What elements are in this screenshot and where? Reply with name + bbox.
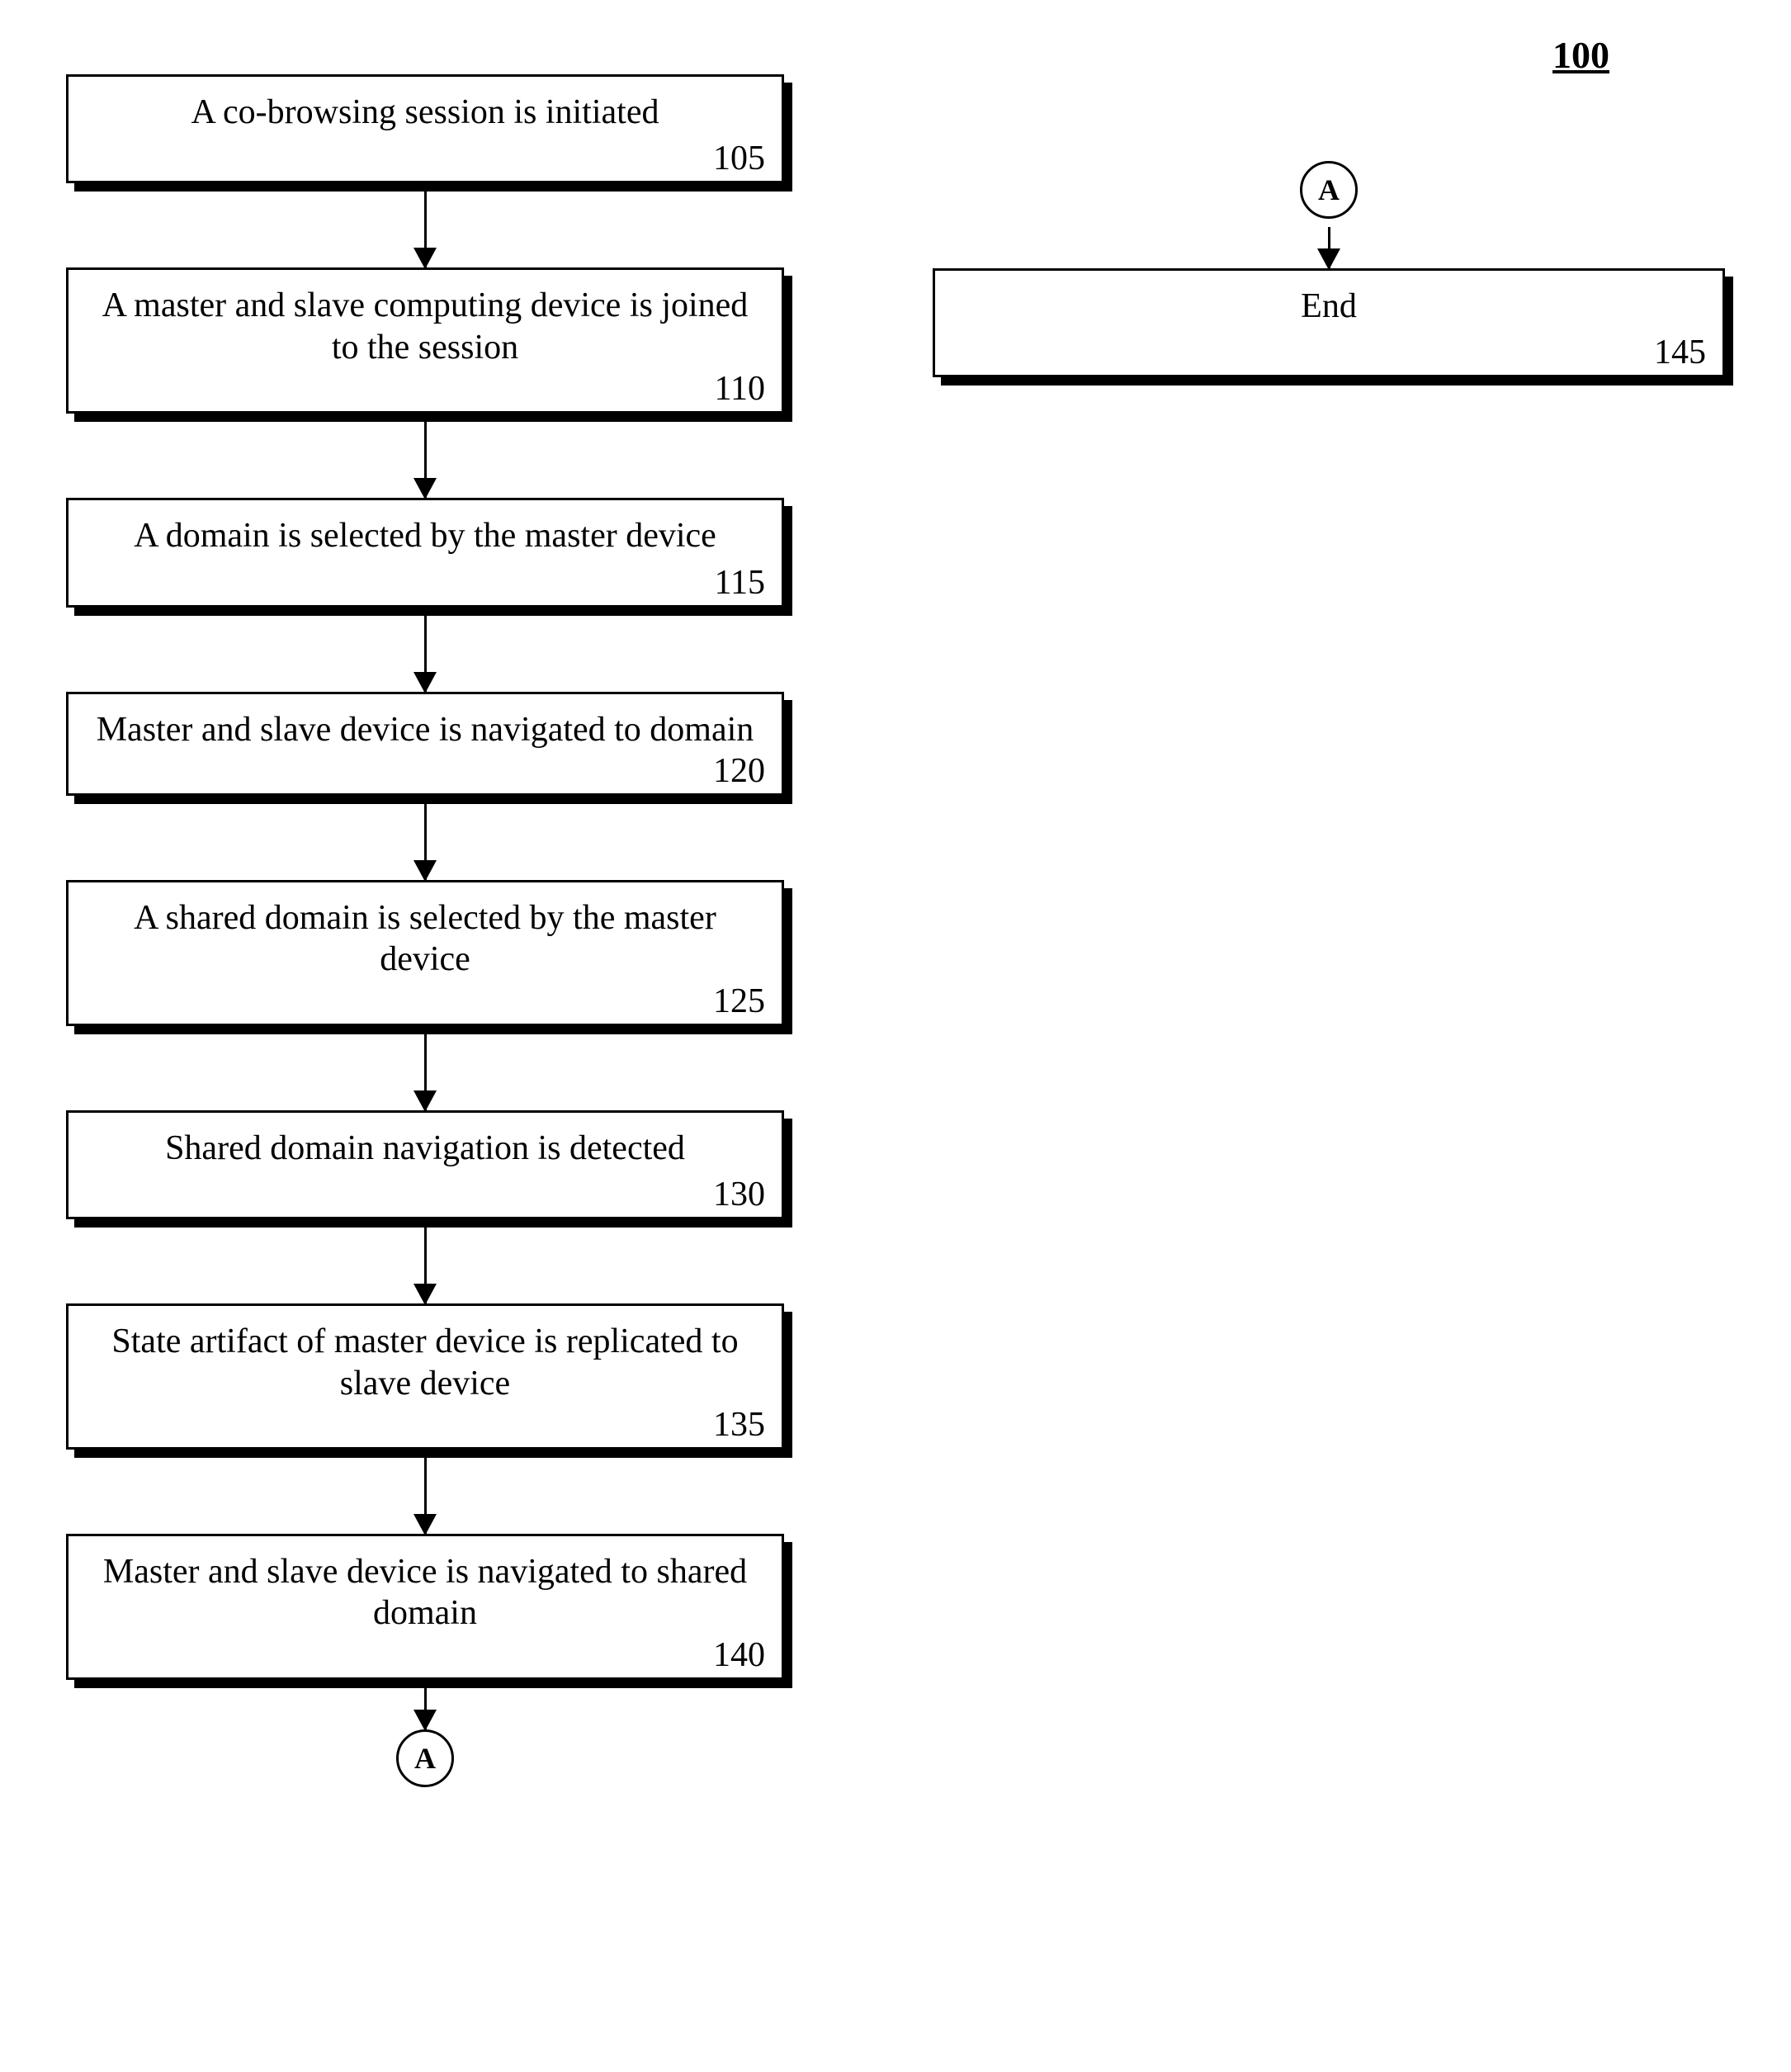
off-page-connector-a-out: A (396, 1729, 454, 1787)
step-ref: 120 (69, 754, 782, 793)
left-column: A co-browsing session is initiated 105 A… (66, 74, 784, 1787)
step-130: Shared domain navigation is detected 130 (66, 1110, 784, 1219)
step-105: A co-browsing session is initiated 105 (66, 74, 784, 183)
arrow-down-icon (424, 1228, 427, 1303)
arrow-down-icon (424, 1034, 427, 1110)
step-text: State artifact of master device is repli… (69, 1306, 782, 1407)
step-text: End (935, 271, 1722, 335)
step-115: A domain is selected by the master devic… (66, 498, 784, 607)
arrow-down-icon (424, 1688, 427, 1729)
step-ref: 140 (69, 1638, 782, 1677)
arrow-down-icon (424, 804, 427, 880)
step-text: A shared domain is selected by the maste… (69, 882, 782, 984)
arrow-down-icon (424, 1458, 427, 1534)
step-text: Master and slave device is navigated to … (69, 694, 782, 754)
step-125: A shared domain is selected by the maste… (66, 880, 784, 1026)
step-135: State artifact of master device is repli… (66, 1303, 784, 1450)
step-text: A domain is selected by the master devic… (69, 500, 782, 565)
step-120: Master and slave device is navigated to … (66, 692, 784, 796)
step-ref: 110 (69, 371, 782, 411)
step-text: A co-browsing session is initiated (69, 77, 782, 141)
arrow-down-icon (1328, 227, 1330, 268)
step-ref: 115 (69, 565, 782, 605)
flowchart-page: 100 A co-browsing session is initiated 1… (0, 0, 1791, 2072)
right-column: A End 145 (933, 161, 1725, 377)
arrow-down-icon (424, 192, 427, 267)
step-text: A master and slave computing device is j… (69, 270, 782, 371)
step-ref: 145 (935, 335, 1722, 375)
arrow-down-icon (424, 616, 427, 692)
step-text: Master and slave device is navigated to … (69, 1536, 782, 1638)
step-ref: 130 (69, 1177, 782, 1217)
off-page-connector-a-in: A (1300, 161, 1358, 219)
step-text: Shared domain navigation is detected (69, 1113, 782, 1177)
step-110: A master and slave computing device is j… (66, 267, 784, 414)
arrow-down-icon (424, 422, 427, 498)
step-ref: 135 (69, 1407, 782, 1447)
step-ref: 105 (69, 141, 782, 181)
step-ref: 125 (69, 984, 782, 1024)
figure-number: 100 (1552, 33, 1609, 77)
step-140: Master and slave device is navigated to … (66, 1534, 784, 1680)
step-145-end: End 145 (933, 268, 1725, 377)
